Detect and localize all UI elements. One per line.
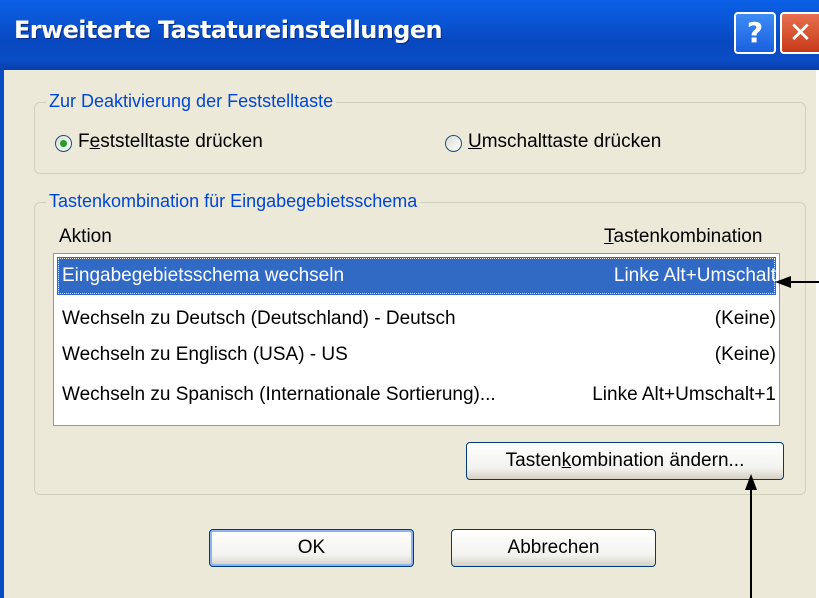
list-item-action: Wechseln zu Deutsch (Deutschland) - Deut…	[62, 308, 456, 329]
list-item-action: Wechseln zu Spanisch (Internationale Sor…	[62, 384, 496, 405]
radio-selected-dot	[60, 140, 67, 147]
change-hotkey-button[interactable]: Tastenkombination ändern...	[466, 442, 784, 480]
window-title: Erweiterte Tastatureinstellungen	[14, 16, 443, 44]
list-item-combination: Linke Alt+Umschalt	[613, 265, 776, 286]
column-header-combination: Tastenkombination	[604, 226, 763, 247]
arrowhead-left-icon	[775, 276, 791, 288]
list-item[interactable]: Eingabegebietsschema wechseln Linke Alt+…	[57, 257, 776, 295]
ok-button[interactable]: OK	[209, 529, 414, 567]
radio-shift-press-label[interactable]: Umschalttaste drücken	[468, 131, 661, 153]
list-item[interactable]: Wechseln zu Deutsch (Deutschland) - Deut…	[57, 300, 776, 338]
list-item-action: Wechseln zu Englisch (USA) - US	[62, 344, 348, 365]
list-item[interactable]: Wechseln zu Spanisch (Internationale Sor…	[57, 376, 776, 414]
radio-capslock-press[interactable]	[55, 135, 72, 152]
close-icon[interactable]: ✕	[780, 12, 819, 54]
radio-capslock-press-label[interactable]: Feststelltaste drücken	[78, 131, 263, 153]
list-item-combination: (Keine)	[714, 344, 776, 365]
list-item-combination: Linke Alt+Umschalt+1	[592, 384, 776, 405]
dialog-window: Erweiterte Tastatureinstellungen ? ✕ Zur…	[0, 0, 819, 598]
list-item-action: Eingabegebietsschema wechseln	[62, 265, 345, 286]
column-header-action: Aktion	[59, 226, 112, 247]
list-item-combination: (Keine)	[714, 308, 776, 329]
arrowhead-up-icon	[745, 474, 757, 490]
list-item[interactable]: Wechseln zu Englisch (USA) - US (Keine)	[57, 336, 776, 374]
caps-lock-group-legend: Zur Deaktivierung der Feststelltaste	[46, 91, 337, 112]
title-bar[interactable]: Erweiterte Tastatureinstellungen ? ✕	[0, 0, 819, 70]
hotkey-list[interactable]: Eingabegebietsschema wechseln Linke Alt+…	[53, 253, 780, 426]
radio-shift-press[interactable]	[445, 135, 462, 152]
help-icon[interactable]: ?	[734, 12, 776, 54]
hotkey-group-legend: Tastenkombination für Eingabegebietssche…	[46, 191, 421, 212]
cancel-button[interactable]: Abbrechen	[451, 529, 656, 567]
